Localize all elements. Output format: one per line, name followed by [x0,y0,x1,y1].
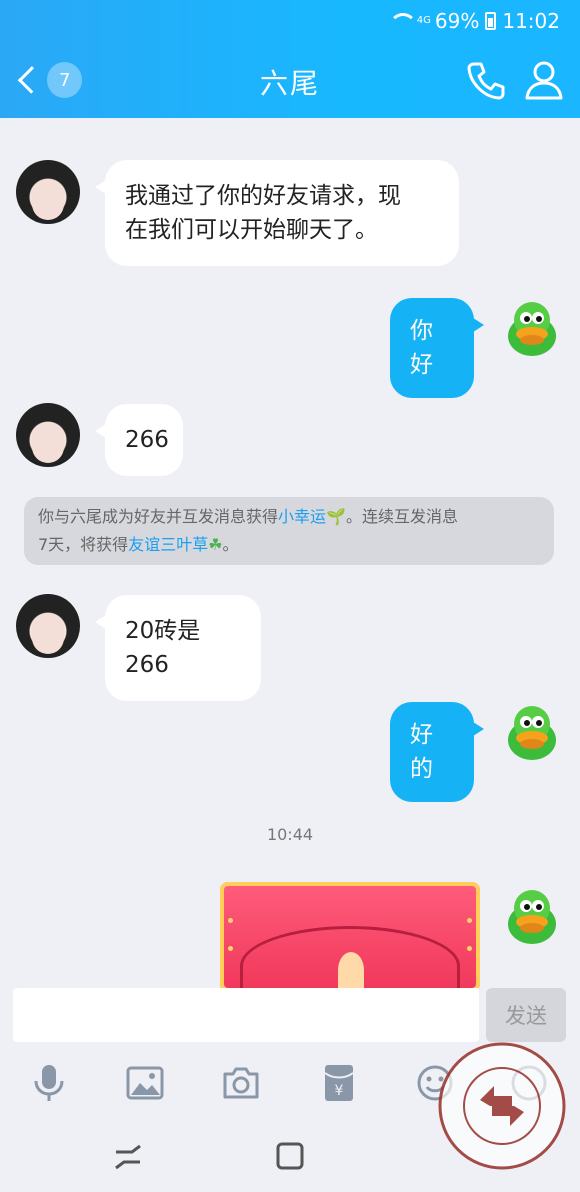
incoming-message[interactable]: 266 [95,404,183,476]
watermark-seal [438,1042,566,1170]
my-avatar[interactable] [498,296,564,362]
my-avatar[interactable] [498,884,564,950]
incoming-message[interactable]: 我通过了你的好友请求，现 在我们可以开始聊天了。 [95,160,459,266]
notice-text: 你与六尾成为好友并互发消息获得 [38,507,279,526]
message-text-line: 在我们可以开始聊天了。 [125,217,378,243]
notice-text: 。连续互发消息 [345,507,458,526]
message-text-line: 我通过了你的好友请求，现 [125,183,401,209]
battery-percent: 69% [434,9,480,33]
message-text: 20砖是266 [125,618,201,678]
clover-link[interactable]: 友谊三叶草 [128,535,208,554]
coin-icon [338,952,364,988]
notice-text: 7天，将获得 [38,535,129,554]
network-type: 4G [416,15,431,26]
status-bar: 4G 69% 11:02 [388,8,560,34]
recent-apps-icon[interactable] [110,1138,146,1174]
phone-icon [467,62,505,100]
system-notice: 你与六尾成为好友并互发消息获得小幸运🌱。连续互发消息 7天，将获得友谊三叶草☘。 [24,497,554,565]
message-timestamp: 10:44 [266,825,314,844]
message-text: 266 [125,427,169,453]
image-button[interactable] [122,1060,168,1106]
camera-button[interactable] [218,1060,264,1106]
clover-icon: ☘ [208,535,223,554]
contact-avatar[interactable] [16,403,80,467]
incoming-message[interactable]: 20砖是266 [95,595,261,701]
outgoing-message[interactable]: 好的 [390,702,484,802]
message-text: 你好 [410,318,433,378]
contact-avatar[interactable] [16,594,80,658]
decor-dot [467,918,472,923]
image-icon [126,1066,164,1100]
small-luck-link[interactable]: 小幸运 [278,507,326,526]
notice-text: 。 [222,535,239,554]
red-packet-icon: ¥ [324,1065,354,1101]
decor-dot [228,918,233,923]
home-icon[interactable] [272,1138,308,1174]
contact-avatar[interactable] [16,160,80,224]
battery-icon [485,12,497,30]
send-button[interactable]: 发送 [486,988,566,1042]
clock: 11:02 [502,9,560,33]
message-input[interactable] [13,988,479,1042]
profile-button[interactable] [522,58,566,102]
user-icon [525,61,563,100]
decor-dot [228,946,233,951]
call-button[interactable] [464,58,508,102]
red-packet-button[interactable]: ¥ [316,1060,362,1106]
outgoing-message[interactable]: 你好 [390,298,484,398]
voice-button[interactable] [26,1060,72,1106]
chat-header: 4G 69% 11:02 7 六尾 [0,0,580,118]
camera-icon [223,1067,259,1099]
sprout-icon: 🌱 [326,507,346,526]
message-text: 好的 [410,722,433,782]
mic-icon [34,1065,64,1101]
svg-text:¥: ¥ [335,1083,344,1099]
my-avatar[interactable] [498,700,564,766]
wifi-icon [388,13,417,29]
decor-dot [467,946,472,951]
red-packet-message[interactable] [220,882,480,992]
